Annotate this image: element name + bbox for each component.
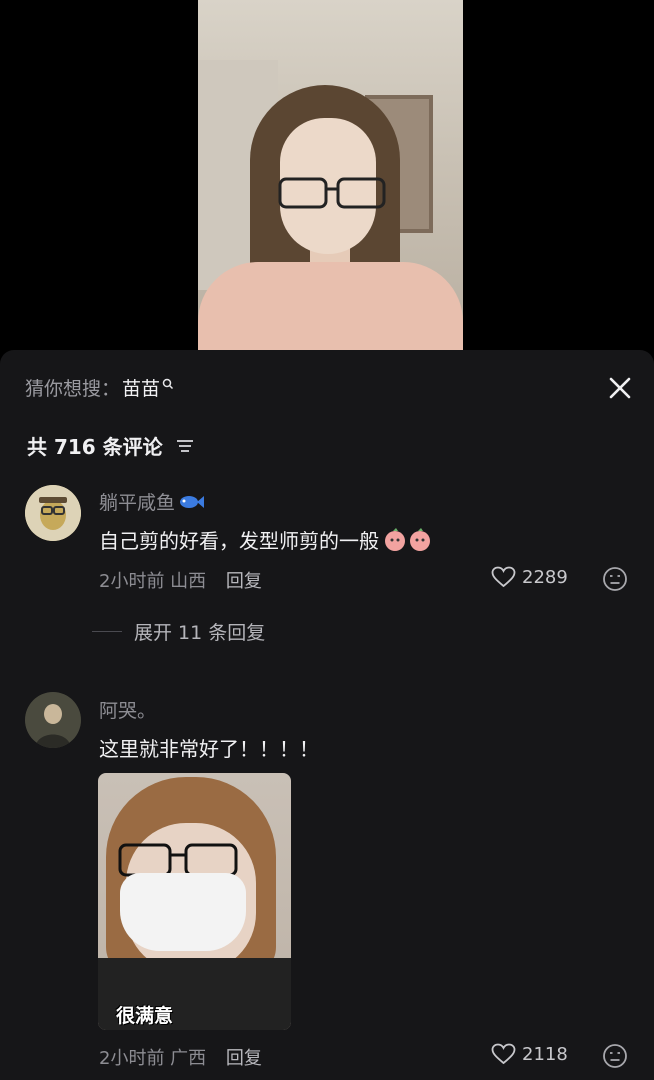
- dislike-icon[interactable]: [602, 566, 628, 592]
- avatar-image: [25, 485, 81, 541]
- comment-count-text: 共 716 条评论: [27, 435, 163, 459]
- expand-replies-label[interactable]: 展开 11 条回复: [134, 618, 265, 645]
- avatar-image: [25, 692, 81, 748]
- heart-icon: [491, 1043, 516, 1065]
- dislike-icon[interactable]: [602, 1043, 628, 1069]
- avatar[interactable]: [25, 692, 81, 748]
- comment-username-text[interactable]: 躺平咸鱼: [99, 488, 175, 515]
- like-count: 2118: [522, 1043, 568, 1065]
- video-person-robe: [198, 262, 463, 352]
- like-button[interactable]: 2289: [491, 566, 568, 588]
- search-suggestion-prefix: 猜你想搜：: [25, 378, 121, 400]
- expand-replies-button[interactable]: 展开 11 条回复: [92, 618, 265, 645]
- search-suggestion[interactable]: 猜你想搜： 苗苗: [25, 374, 174, 401]
- fish-icon: [180, 495, 205, 508]
- video-preview[interactable]: [198, 0, 463, 352]
- peach-emoji-icon: [385, 527, 430, 551]
- search-suggestion-keyword[interactable]: 苗苗: [122, 374, 160, 401]
- video-person-glasses: [278, 177, 386, 209]
- comment-username[interactable]: 躺平咸鱼: [99, 488, 205, 515]
- reply-button[interactable]: 回复: [226, 571, 262, 592]
- comment-image-caption: 很满意: [116, 1005, 174, 1027]
- like-count: 2289: [522, 566, 568, 588]
- reply-button[interactable]: 回复: [226, 1048, 262, 1069]
- comment-image[interactable]: 很满意: [98, 773, 291, 1030]
- comment-text-content: 这里就非常好了！！！！: [99, 737, 319, 761]
- sort-filter-icon[interactable]: [175, 438, 195, 454]
- comment-username-text[interactable]: 阿哭。: [99, 696, 156, 723]
- comment-meta: 2小时前 山西 回复: [99, 567, 262, 593]
- comment-meta: 2小时前 广西 回复: [99, 1044, 262, 1070]
- search-icon: [162, 378, 174, 389]
- heart-icon: [491, 566, 516, 588]
- comment-time-location: 2小时前 山西: [99, 571, 207, 592]
- avatar[interactable]: [25, 485, 81, 541]
- comment-text: 自己剪的好看，发型师剪的一般: [99, 525, 433, 554]
- comment-text-content: 自己剪的好看，发型师剪的一般: [99, 529, 379, 553]
- comment-time-location: 2小时前 广西: [99, 1048, 207, 1069]
- comment-count: 共 716 条评论: [27, 431, 195, 460]
- close-icon[interactable]: [606, 374, 634, 402]
- like-button[interactable]: 2118: [491, 1043, 568, 1065]
- comment-username[interactable]: 阿哭。: [99, 696, 156, 723]
- expand-divider: [92, 631, 122, 632]
- comment-text: 这里就非常好了！！！！: [99, 733, 319, 762]
- comment-image-mask: [120, 873, 246, 951]
